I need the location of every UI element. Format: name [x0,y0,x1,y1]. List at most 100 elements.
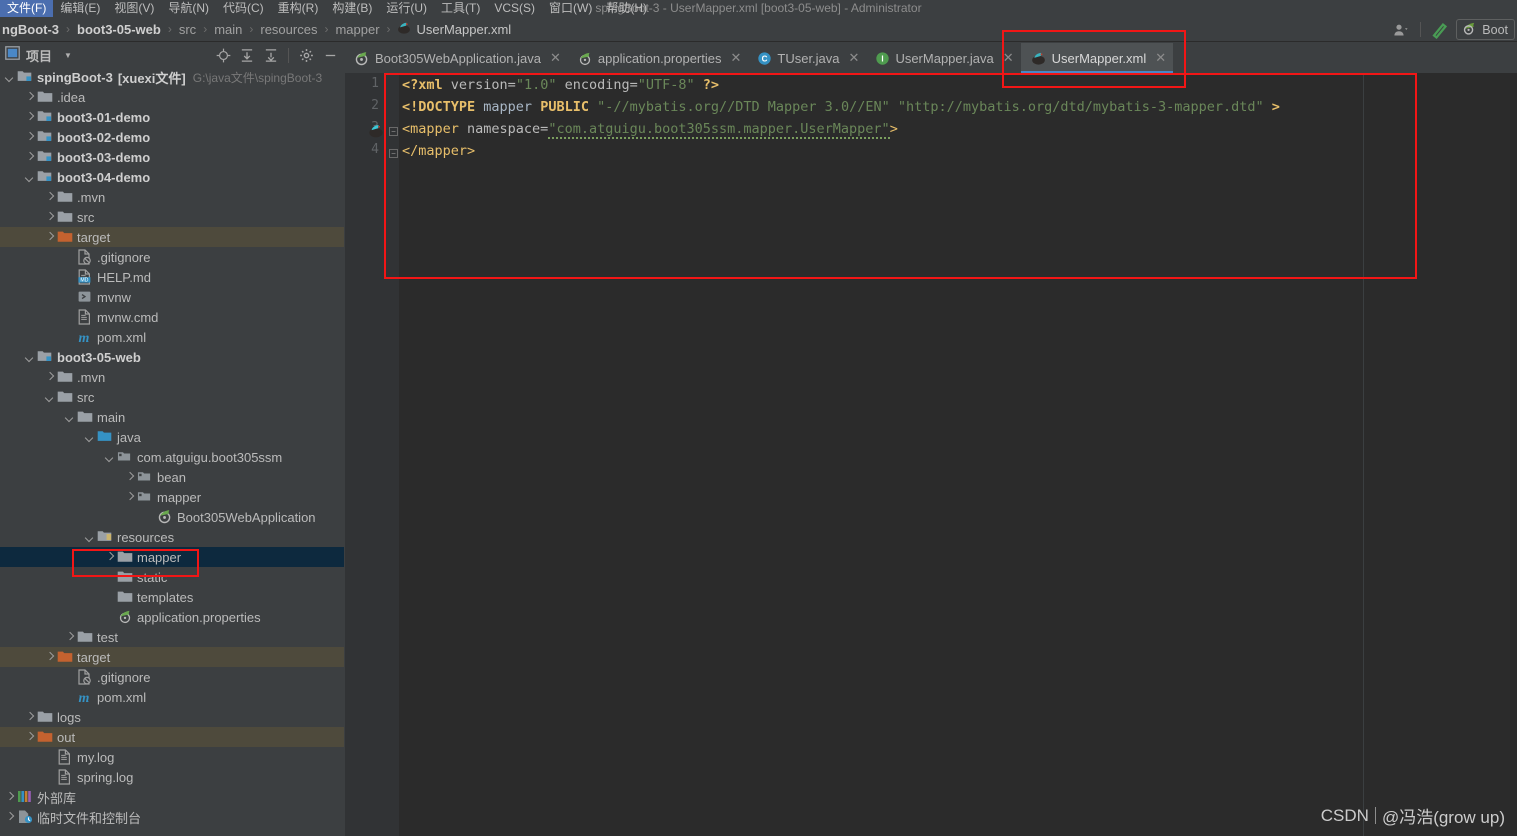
tree-node--gitignore[interactable]: .gitignore [0,667,344,687]
run-configuration-selector[interactable]: Boot [1456,19,1515,40]
chevron-down-icon[interactable] [24,352,35,363]
chevron-down-icon[interactable] [44,392,55,403]
tree-node-application-properties[interactable]: application.properties [0,607,344,627]
code-line-4[interactable]: </mapper> [402,140,475,162]
tree-node-src[interactable]: src [0,207,344,227]
chevron-down-icon[interactable] [24,172,35,183]
tree-node-out[interactable]: out [0,727,344,747]
chevron-right-icon[interactable] [64,632,75,643]
chevron-down-icon[interactable] [64,412,75,423]
tree-node-mvnw-cmd[interactable]: mvnw.cmd [0,307,344,327]
editor-tab-tuser-java[interactable]: C TUser.java ✕ [748,43,867,73]
code-editor[interactable]: 1234 − − <?xml version="1.0" encoding="U… [345,73,1517,836]
close-icon[interactable]: ✕ [1155,50,1166,66]
tree-node-logs[interactable]: logs [0,707,344,727]
tree-node-main[interactable]: main [0,407,344,427]
chevron-right-icon[interactable] [44,372,55,383]
chevron-right-icon[interactable] [124,472,135,483]
menu-help[interactable]: 帮助(H) [599,0,654,17]
fold-marker-close[interactable]: − [389,149,398,158]
chevron-right-icon[interactable] [44,652,55,663]
tree-node--gitignore[interactable]: .gitignore [0,247,344,267]
mybatis-mapper-icon[interactable] [367,123,385,144]
menu-tools[interactable]: 工具(T) [434,0,487,17]
tree-node-com-atguigu-boot305ssm[interactable]: com.atguigu.boot305ssm [0,447,344,467]
tree-node-src[interactable]: src [0,387,344,407]
chevron-down-icon[interactable] [84,432,95,443]
editor-tab-application-properties[interactable]: application.properties ✕ [567,43,749,73]
tree-node-临时文件和控制台[interactable]: 临时文件和控制台 [0,807,344,827]
chevron-right-icon[interactable] [24,712,35,723]
close-icon[interactable]: ✕ [550,50,561,66]
chevron-right-icon[interactable] [44,232,55,243]
tree-node-mvnw[interactable]: mvnw [0,287,344,307]
tree-node-boot305webapplication[interactable]: Boot305WebApplication [0,507,344,527]
tree-node-boot3-04-demo[interactable]: boot3-04-demo [0,167,344,187]
menu-vcs[interactable]: VCS(S) [487,0,542,17]
chevron-down-icon[interactable] [104,452,115,463]
close-icon[interactable]: ✕ [849,50,860,66]
fold-marker-open[interactable]: − [389,127,398,136]
editor-gutter[interactable]: 1234 − − [345,73,399,836]
breadcrumb-item-src[interactable]: src [177,22,198,37]
chevron-right-icon[interactable] [24,132,35,143]
menu-refactor[interactable]: 重构(R) [271,0,326,17]
menu-file[interactable]: 文件(F) [0,0,54,17]
tree-node-templates[interactable]: templates [0,587,344,607]
breadcrumb-item-mapper[interactable]: mapper [333,22,381,37]
hide-panel-icon[interactable] [320,45,340,65]
close-icon[interactable]: ✕ [1003,50,1014,66]
collapse-all-icon[interactable] [261,45,281,65]
breadcrumb-item-boot3-05-web[interactable]: boot3-05-web [75,22,163,37]
chevron-right-icon[interactable] [24,732,35,743]
menu-edit[interactable]: 编辑(E) [53,0,107,17]
user-account-icon[interactable] [1391,20,1411,40]
tree-node-help-md[interactable]: MD HELP.md [0,267,344,287]
menu-view[interactable]: 视图(V) [107,0,161,17]
tree-node-target[interactable]: target [0,647,344,667]
chevron-right-icon[interactable] [104,552,115,563]
locate-file-icon[interactable] [213,45,233,65]
chevron-down-icon[interactable]: ▼ [64,51,72,60]
tree-node-spring-log[interactable]: spring.log [0,767,344,787]
editor-tab-bar[interactable]: Boot305WebApplication.java ✕ application.p… [345,43,1517,73]
tree-node--mvn[interactable]: .mvn [0,367,344,387]
code-line-3[interactable]: <mapper namespace="com.atguigu.boot305ss… [402,118,898,140]
menu-run[interactable]: 运行(U) [379,0,434,17]
breadcrumb-item-main[interactable]: main [212,22,244,37]
editor-tab-usermapper-xml[interactable]: UserMapper.xml ✕ [1020,43,1174,73]
tree-node-mapper[interactable]: mapper [0,547,344,567]
chevron-right-icon[interactable] [44,212,55,223]
chevron-right-icon[interactable] [124,492,135,503]
expand-all-icon[interactable] [237,45,257,65]
tree-node-test[interactable]: test [0,627,344,647]
tree-node-pom-xml[interactable]: m pom.xml [0,687,344,707]
tree-node-boot3-03-demo[interactable]: boot3-03-demo [0,147,344,167]
chevron-right-icon[interactable] [24,92,35,103]
breadcrumb[interactable]: ngBoot-3 › boot3-05-web › src › main › resources… [0,21,511,38]
tree-node-boot3-05-web[interactable]: boot3-05-web [0,347,344,367]
tree-node-spingboot-3[interactable]: spingBoot-3 [xuexi文件] G:\java文件\spingBoot-… [0,67,344,87]
tree-node-外部库[interactable]: 外部库 [0,787,344,807]
tree-node-target[interactable]: target [0,227,344,247]
chevron-right-icon[interactable] [4,812,15,823]
menu-navigate[interactable]: 导航(N) [161,0,216,17]
project-tree[interactable]: spingBoot-3 [xuexi文件] G:\java文件\spingBoot-… [0,67,344,836]
tree-node-pom-xml[interactable]: m pom.xml [0,327,344,347]
tree-node-resources[interactable]: resources [0,527,344,547]
code-line-2[interactable]: <!DOCTYPE mapper PUBLIC "-//mybatis.org/… [402,96,1280,118]
menu-code[interactable]: 代码(C) [216,0,271,17]
tree-node--mvn[interactable]: .mvn [0,187,344,207]
menu-build[interactable]: 构建(B) [325,0,379,17]
tree-node--idea[interactable]: .idea [0,87,344,107]
code-line-1[interactable]: <?xml version="1.0" encoding="UTF-8" ?> [402,74,719,96]
chevron-down-icon[interactable] [84,532,95,543]
build-hammer-icon[interactable] [1430,20,1450,40]
project-panel-title-group[interactable]: 项目 ▼ [0,45,72,65]
editor-scrollbar[interactable] [1505,73,1517,836]
tree-node-bean[interactable]: bean [0,467,344,487]
tree-node-boot3-02-demo[interactable]: boot3-02-demo [0,127,344,147]
tree-node-my-log[interactable]: my.log [0,747,344,767]
settings-gear-icon[interactable] [296,45,316,65]
code-content[interactable]: <?xml version="1.0" encoding="UTF-8" ?> <… [399,73,1517,836]
